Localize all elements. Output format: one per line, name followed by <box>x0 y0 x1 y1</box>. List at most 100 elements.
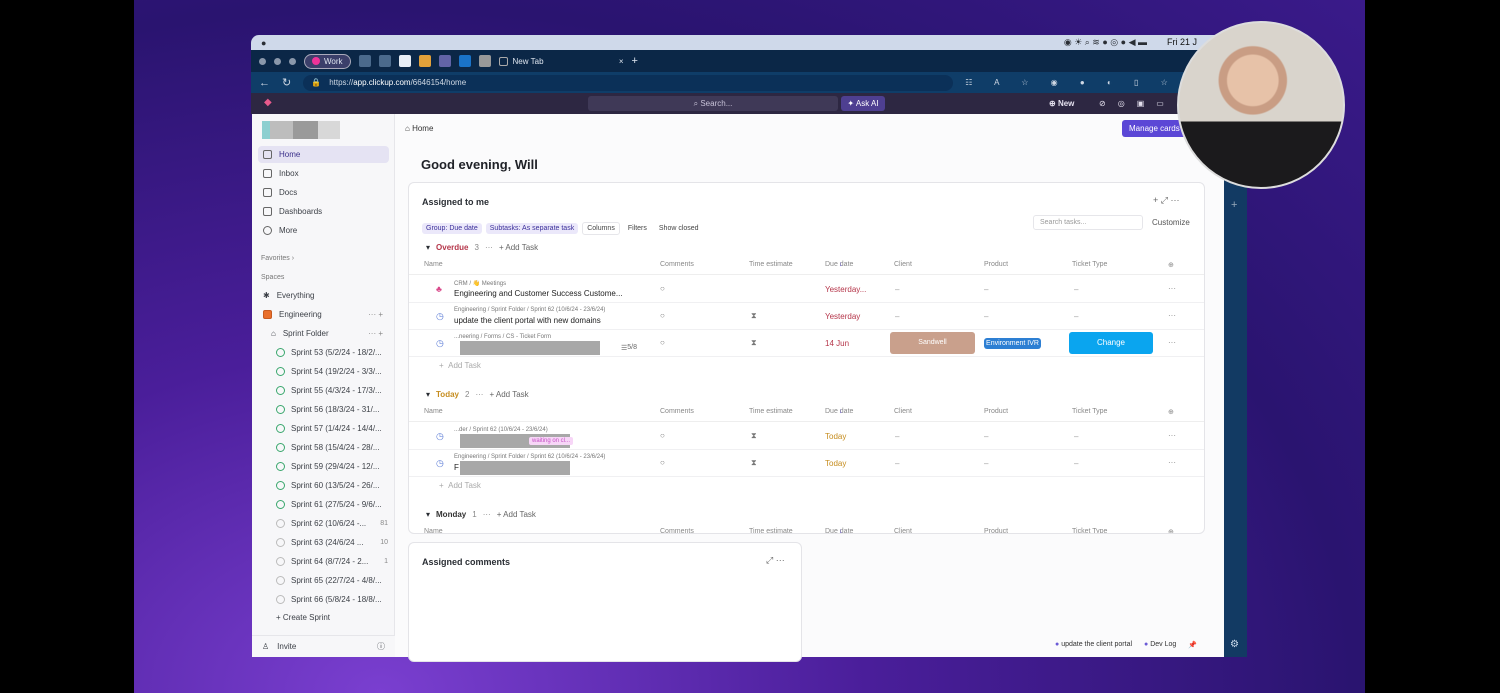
card-actions[interactable]: + ⤢ ··· <box>1153 195 1179 206</box>
window-zoom-button[interactable] <box>289 57 296 65</box>
sidebar-item-sprint[interactable]: Sprint 62 (10/6/24 -... 81 <box>276 515 388 531</box>
group-header[interactable]: ▾ Today 2 ··· + Add Task <box>426 390 529 399</box>
comment-icon[interactable]: ○ <box>660 311 665 320</box>
product-value[interactable]: – <box>984 432 988 441</box>
add-task-button[interactable]: + Add Task <box>489 390 528 399</box>
product-value[interactable]: – <box>984 285 988 294</box>
due-date[interactable]: Yesterday <box>825 312 860 321</box>
row-more-icon[interactable]: ··· <box>1168 338 1176 347</box>
column-header[interactable]: Name <box>424 408 443 415</box>
manage-cards-button[interactable]: Manage cards <box>1122 120 1187 137</box>
sidebar-item-sprint[interactable]: Sprint 65 (22/7/24 - 4/8/... <box>276 572 388 588</box>
due-date[interactable]: Today <box>825 459 846 468</box>
clickup-logo[interactable]: ◆ <box>264 97 272 108</box>
hourglass-icon[interactable]: ⧗ <box>751 431 757 441</box>
filters-chip[interactable]: Filters <box>624 223 651 234</box>
columns-chip[interactable]: Columns <box>582 222 620 235</box>
comment-icon[interactable]: ○ <box>660 431 665 440</box>
collapse-icon[interactable]: ▾ <box>426 510 430 519</box>
new-button[interactable]: ⊕ New <box>1049 96 1074 111</box>
sidebar-item-sprint[interactable]: Sprint 66 (5/8/24 - 18/8/... <box>276 591 388 607</box>
task-name[interactable]: update the client portal with new domain… <box>454 316 601 325</box>
window-minimize-button[interactable] <box>274 57 281 65</box>
sidebar-item-docs[interactable]: Docs <box>258 184 389 201</box>
column-header[interactable]: Name <box>424 528 443 533</box>
column-header[interactable]: Time estimate <box>749 528 793 533</box>
client-value[interactable]: – <box>895 432 899 441</box>
new-tab-button[interactable]: + <box>632 55 638 67</box>
add-task-row[interactable]: + Add Task <box>439 481 481 490</box>
due-date[interactable]: Today <box>825 432 846 441</box>
due-date[interactable]: 14 Jun <box>825 339 849 348</box>
task-path[interactable]: ...neering / Forms / CS - Ticket Form <box>454 334 551 340</box>
table-row[interactable]: ◷ ...der / Sprint 62 (10/6/24 - 23/6/24)… <box>409 423 1204 450</box>
group-more-icon[interactable]: ··· <box>483 510 491 519</box>
browser-toolbar-icons[interactable]: ☷ A ☆ ◉ ● ◐ ▯ ☆ ⧉ <box>965 78 1206 88</box>
row-more-icon[interactable]: ··· <box>1168 311 1176 320</box>
column-header[interactable]: Time estimate <box>749 261 793 268</box>
client-value[interactable]: – <box>895 285 899 294</box>
help-icon[interactable]: ⓘ <box>377 641 385 652</box>
group-more-icon[interactable]: ··· <box>485 243 493 252</box>
comment-icon[interactable]: ○ <box>660 338 665 347</box>
collapse-icon[interactable]: ▾ <box>426 390 430 399</box>
settings-icon[interactable]: ⚙ <box>1230 639 1239 650</box>
table-row[interactable]: ◷ ...neering / Forms / CS - Ticket Form … <box>409 330 1204 357</box>
ticket-type-value[interactable]: – <box>1074 312 1078 321</box>
space-engineering[interactable]: Engineering ··· + <box>258 306 389 323</box>
product-badge[interactable]: Environment IVR <box>984 338 1041 349</box>
column-header[interactable]: Ticket Type <box>1072 408 1107 415</box>
customize-button[interactable]: Customize <box>1152 218 1190 227</box>
sidebar-item-inbox[interactable]: Inbox <box>258 165 389 182</box>
group-chip[interactable]: Group: Due date <box>422 223 482 234</box>
table-row[interactable]: ◷ Engineering / Sprint Folder / Sprint 6… <box>409 450 1204 477</box>
timer-icon[interactable]: ◎ <box>1118 96 1125 111</box>
column-header[interactable]: Comments <box>660 528 694 533</box>
comment-icon[interactable]: ○ <box>660 458 665 467</box>
task-status-icon[interactable]: ◷ <box>436 431 444 442</box>
due-date[interactable]: Yesterday... <box>825 285 866 294</box>
column-header[interactable]: Comments <box>660 261 694 268</box>
column-header[interactable]: Product <box>984 528 1008 533</box>
url-field[interactable]: 🔒 https://app.clickup.com/6646154/home <box>303 74 954 91</box>
client-value[interactable]: – <box>895 459 899 468</box>
tab-icon[interactable] <box>478 55 491 67</box>
sidebar-item-sprint[interactable]: Sprint 63 (24/6/24 ... 10 <box>276 534 388 550</box>
status-icons[interactable]: ◉ ☀ ⌕ ≋ ● ◎ ● ◀ ▬ <box>1064 37 1147 48</box>
tray-item[interactable]: ● Dev Log <box>1144 641 1176 649</box>
task-path[interactable]: CRM / 👋 Meetings <box>454 280 506 287</box>
column-header[interactable]: Client <box>894 528 912 533</box>
group-header[interactable]: ▾ Monday 1 ··· + Add Task <box>426 510 536 519</box>
ticket-type-value[interactable]: – <box>1074 285 1078 294</box>
sidebar-item-sprint[interactable]: Sprint 55 (4/3/24 - 17/3/... <box>276 382 388 398</box>
search-input[interactable]: ⌕ Search... <box>588 96 838 111</box>
add-column-icon[interactable]: ⊕ <box>1168 528 1174 533</box>
task-status-icon[interactable]: ◷ <box>436 338 444 349</box>
sort-icon[interactable]: ↓ <box>839 261 843 268</box>
sidebar-item-sprint[interactable]: Sprint 60 (13/5/24 - 26/... <box>276 477 388 493</box>
profile-button[interactable]: Work <box>304 53 351 69</box>
sidebar-item-sprint[interactable]: Sprint 58 (15/4/24 - 28/... <box>276 439 388 455</box>
add-icon[interactable]: + <box>1231 199 1237 211</box>
collapse-icon[interactable]: ▾ <box>426 243 430 252</box>
hourglass-icon[interactable]: ⧗ <box>751 458 757 468</box>
table-row[interactable]: ♣ CRM / 👋 Meetings Engineering and Custo… <box>409 276 1204 303</box>
tab-teams[interactable] <box>438 55 451 67</box>
column-header[interactable]: Comments <box>660 408 694 415</box>
task-status-icon[interactable]: ♣ <box>436 284 442 294</box>
check-icon[interactable]: ⊘ <box>1099 96 1106 111</box>
add-task-button[interactable]: + Add Task <box>499 243 538 252</box>
task-name[interactable]: F <box>454 463 459 472</box>
add-column-icon[interactable]: ⊕ <box>1168 408 1174 416</box>
window-close-button[interactable] <box>259 57 266 65</box>
tab-clickup[interactable] <box>398 55 411 67</box>
column-header[interactable]: Name <box>424 261 443 268</box>
task-name[interactable]: Engineering and Customer Success Custome… <box>454 289 623 298</box>
hourglass-icon[interactable]: ⧗ <box>751 338 757 348</box>
sidebar-item-sprint[interactable]: Sprint 54 (19/2/24 - 3/3/... <box>276 363 388 379</box>
subtasks-chip[interactable]: Subtasks: As separate task <box>485 223 579 234</box>
product-value[interactable]: – <box>984 312 988 321</box>
task-path[interactable]: Engineering / Sprint Folder / Sprint 62 … <box>454 307 605 313</box>
comment-icon[interactable]: ○ <box>660 284 665 293</box>
sidebar-item-dashboards[interactable]: Dashboards <box>258 203 389 220</box>
